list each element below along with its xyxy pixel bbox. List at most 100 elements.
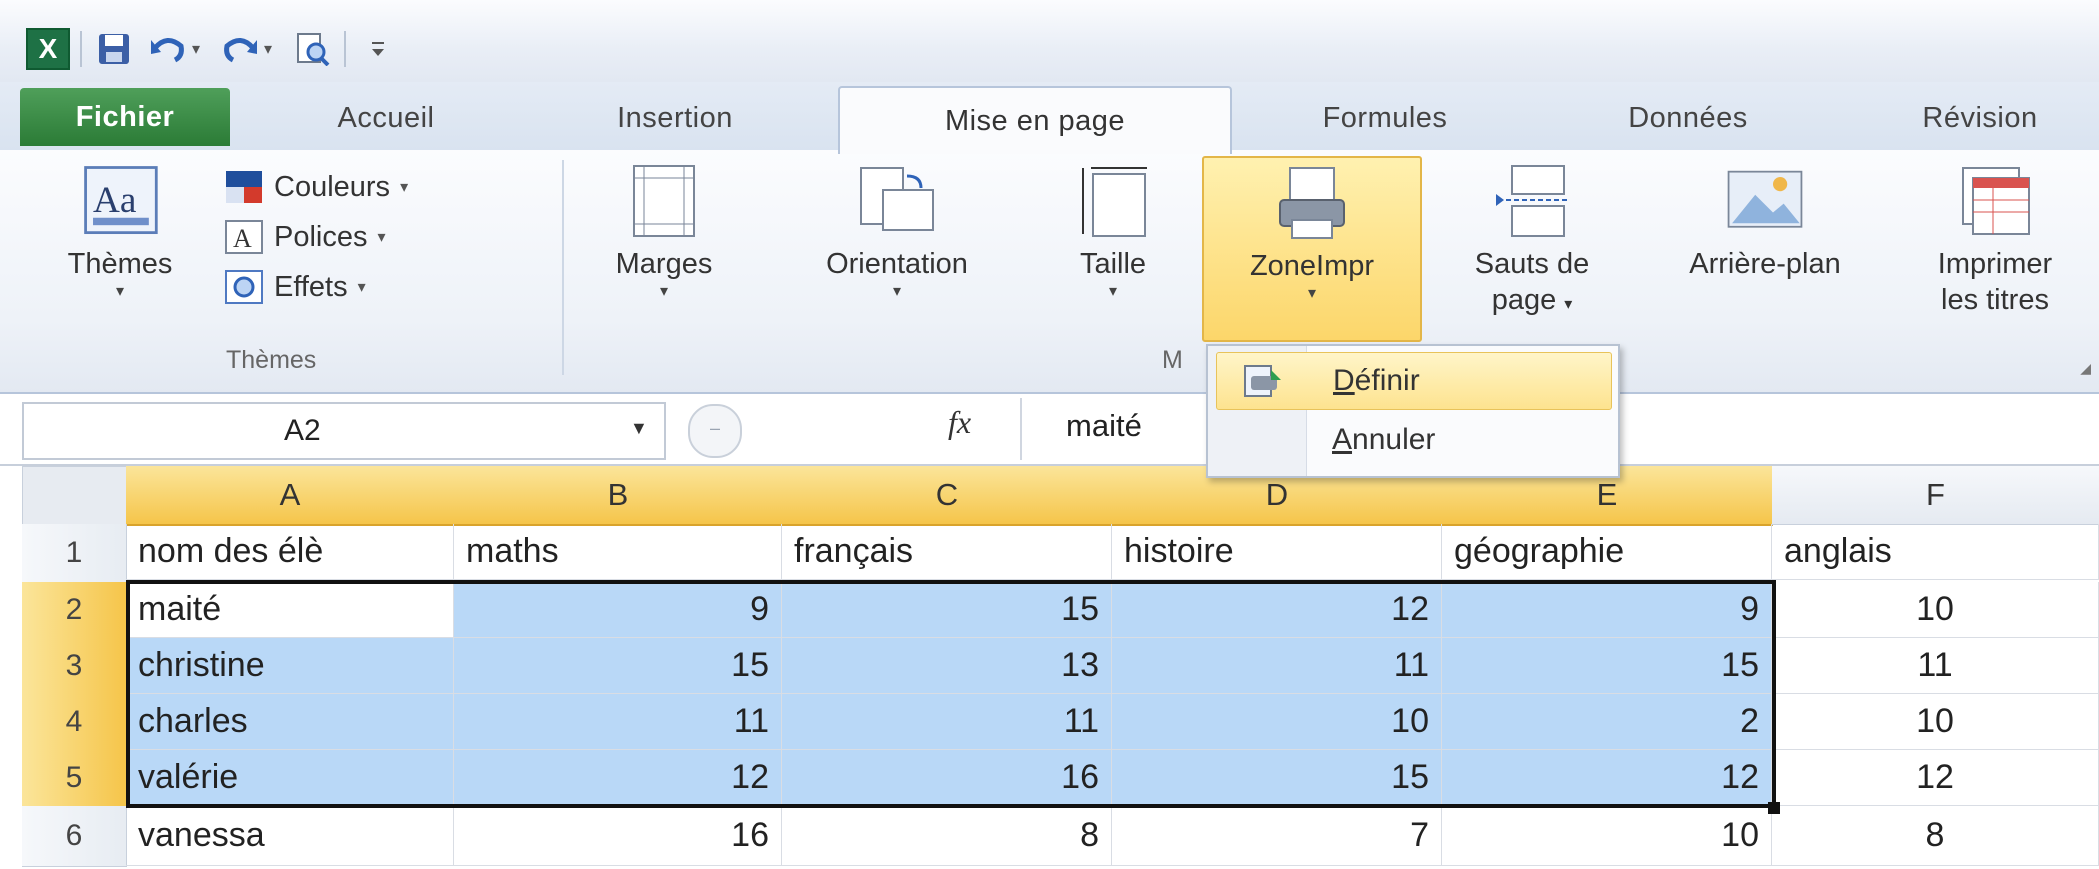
column-header-b[interactable]: B (454, 466, 783, 526)
cell-a5[interactable]: valérie (126, 750, 454, 806)
cell-f5[interactable]: 12 (1772, 750, 2099, 806)
cell-b2[interactable]: 9 (454, 582, 782, 638)
fill-handle[interactable] (1768, 802, 1780, 814)
cell-c5[interactable]: 16 (782, 750, 1112, 806)
themes-button[interactable]: Aa Thèmes ▾ (40, 164, 200, 302)
breaks-icon (1492, 164, 1572, 238)
row-header-1[interactable]: 1 (22, 524, 127, 583)
cell-e5[interactable]: 12 (1442, 750, 1772, 806)
row-header-3[interactable]: 3 (22, 638, 127, 695)
excel-icon[interactable]: X (26, 28, 70, 70)
themes-icon: Aa (80, 164, 160, 238)
cell-f2[interactable]: 10 (1772, 582, 2099, 638)
undo-dropdown-icon[interactable]: ▾ (192, 39, 200, 59)
effects-button[interactable]: Effets ▾ (224, 264, 366, 310)
size-icon (1073, 164, 1153, 238)
row-header-2[interactable]: 2 (22, 582, 127, 639)
background-button[interactable]: Arrière-plan (1640, 164, 1890, 282)
cell-e2[interactable]: 9 (1442, 582, 1772, 638)
breaks-label-line1: Sauts de (1474, 248, 1590, 280)
insert-function-icon[interactable]: fx (948, 404, 971, 441)
formula-input[interactable]: maité (1066, 408, 1142, 444)
cell-d3[interactable]: 11 (1112, 638, 1442, 694)
cell-b3[interactable]: 15 (454, 638, 782, 694)
customize-qat-icon[interactable] (356, 29, 400, 69)
cell-f4[interactable]: 10 (1772, 694, 2099, 750)
breaks-label-line2: page ▾ (1491, 284, 1573, 316)
print-titles-button[interactable]: Imprimer les titres (1900, 164, 2090, 318)
cell-e3[interactable]: 15 (1442, 638, 1772, 694)
save-icon[interactable] (92, 29, 136, 69)
row-header-6[interactable]: 6 (22, 806, 127, 867)
background-icon (1725, 164, 1805, 238)
cell-e6[interactable]: 10 (1442, 806, 1772, 866)
breaks-button[interactable]: Sauts de page ▾ (1432, 164, 1632, 323)
cell-d6[interactable]: 7 (1112, 806, 1442, 866)
cell-b6[interactable]: 16 (454, 806, 782, 866)
cell-a3[interactable]: christine (126, 638, 454, 694)
redo-icon[interactable] (218, 29, 262, 69)
cell-f3[interactable]: 11 (1772, 638, 2099, 694)
cell-a4[interactable]: charles (126, 694, 454, 750)
cell-d5[interactable]: 15 (1112, 750, 1442, 806)
orientation-button[interactable]: Orientation ▾ (772, 164, 1022, 302)
cell-b5[interactable]: 12 (454, 750, 782, 806)
cell-a1[interactable]: nom des élè (126, 524, 454, 580)
chevron-down-icon: ▾ (1108, 283, 1118, 300)
tab-file[interactable]: Fichier (20, 88, 230, 146)
tab-home[interactable]: Accueil (286, 92, 486, 144)
title-bar: X ▾ ▾ (0, 0, 2099, 82)
print-titles-label-line1: Imprimer (1937, 248, 2053, 280)
chevron-down-icon[interactable]: ▼ (630, 418, 648, 439)
cell-d2[interactable]: 12 (1112, 582, 1442, 638)
formula-bar-resize-handle[interactable]: – (688, 404, 742, 458)
tab-formulas[interactable]: Formules (1270, 92, 1500, 144)
cell-c4[interactable]: 11 (782, 694, 1112, 750)
select-all-corner[interactable] (22, 466, 128, 526)
size-button[interactable]: Taille ▾ (1048, 164, 1178, 302)
print-area-menu: Définir Annuler (1206, 344, 1620, 478)
cell-f6[interactable]: 8 (1772, 806, 2099, 866)
undo-icon[interactable] (146, 29, 190, 69)
group-separator (562, 160, 564, 375)
column-header-a[interactable]: A (126, 466, 455, 526)
print-preview-icon[interactable] (290, 29, 334, 69)
cell-b1[interactable]: maths (454, 524, 782, 580)
chevron-down-icon: ▾ (400, 179, 409, 196)
cell-c1[interactable]: français (782, 524, 1112, 580)
cell-c3[interactable]: 13 (782, 638, 1112, 694)
chevron-down-icon: ▾ (115, 283, 125, 300)
menu-item-define-print-area[interactable]: Définir (1216, 352, 1612, 410)
print-area-button[interactable]: ZoneImpr ▾ (1202, 156, 1422, 342)
name-box[interactable]: A2 ▼ (22, 402, 666, 460)
menu-item-cancel-label: Annuler (1332, 423, 1436, 456)
dialog-launcher-icon[interactable]: ◢ (2080, 360, 2091, 377)
tab-page-layout[interactable]: Mise en page (838, 86, 1232, 154)
row-header-5[interactable]: 5 (22, 750, 127, 807)
cell-c6[interactable]: 8 (782, 806, 1112, 866)
fonts-button[interactable]: A Polices ▾ (224, 214, 386, 260)
column-header-c[interactable]: C (782, 466, 1113, 526)
themes-label: Thèmes (67, 248, 173, 280)
cell-d1[interactable]: histoire (1112, 524, 1442, 580)
cell-e1[interactable]: géographie (1442, 524, 1772, 580)
cell-d4[interactable]: 10 (1112, 694, 1442, 750)
colors-button[interactable]: Couleurs ▾ (224, 164, 408, 210)
print-area-icon (1272, 166, 1352, 240)
row-header-4[interactable]: 4 (22, 694, 127, 751)
cell-f1[interactable]: anglais (1772, 524, 2099, 580)
column-header-f[interactable]: F (1772, 466, 2099, 525)
cell-a2[interactable]: maité (126, 582, 454, 638)
redo-dropdown-icon[interactable]: ▾ (264, 39, 272, 59)
tab-review[interactable]: Révision (1880, 92, 2080, 144)
tab-insert[interactable]: Insertion (560, 92, 790, 144)
menu-item-clear-print-area[interactable]: Annuler (1216, 412, 1610, 468)
tab-data[interactable]: Données (1578, 92, 1798, 144)
cell-c2[interactable]: 15 (782, 582, 1112, 638)
cell-b4[interactable]: 11 (454, 694, 782, 750)
cell-e4[interactable]: 2 (1442, 694, 1772, 750)
qat-separator (344, 31, 347, 67)
effects-label: Effets (274, 270, 348, 303)
cell-a6[interactable]: vanessa (126, 806, 454, 866)
margins-button[interactable]: Marges ▾ (594, 164, 734, 302)
